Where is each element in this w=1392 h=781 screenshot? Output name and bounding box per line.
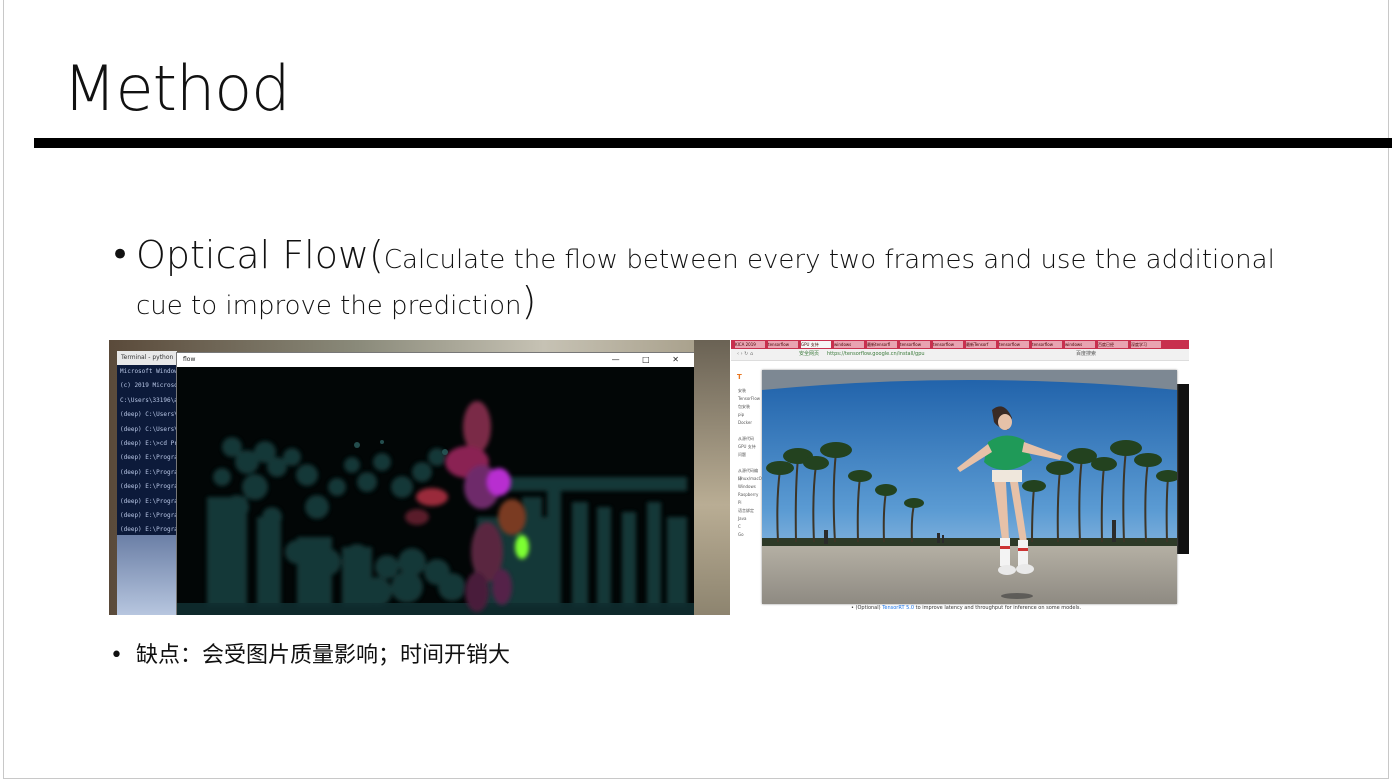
browser-tab[interactable]: windows — [834, 341, 864, 348]
sidebar-nav-item[interactable]: 问题 — [738, 451, 761, 459]
sidebar-nav-item[interactable] — [738, 427, 761, 435]
address-bar: https://tensorflow.google.cn/install/gpu — [827, 351, 925, 357]
optical-flow-screenshot: Terminal - python Microsoft Windows (c) 2… — [109, 340, 730, 615]
browser-tab[interactable]: tensorflow — [900, 341, 930, 348]
terminal-line: Microsoft Windows — [120, 368, 177, 375]
sidebar-nav-item[interactable]: Java — [738, 515, 761, 523]
flow-field-image — [177, 401, 695, 615]
title-underline — [34, 138, 1392, 148]
terminal-line: (deep) E:\>cd Pro — [120, 440, 177, 448]
flow-visualization — [177, 367, 695, 615]
secure-label: 安全网页 — [799, 351, 820, 357]
sidebar-nav-item[interactable]: 包安装 — [738, 403, 761, 411]
browser-tab[interactable]: KICA 2019 — [735, 341, 765, 348]
footer-prefix: • (Optional) — [851, 605, 881, 611]
window-controls: — □ ✕ — [611, 355, 689, 364]
terminal-line: (deep) E:\Program — [120, 468, 177, 476]
sidebar-nav-item[interactable]: 从源代码编译 — [738, 467, 761, 481]
docs-sidebar: 安装 TensorFlow 包安装 pip Docker 从源代码 GPU 支持 问题从源代… — [731, 361, 764, 615]
browser-tab-strip: KICA 2019 tensorflow GPU 支持 windows 最新tensor… — [731, 340, 1189, 349]
browser-tab[interactable]: tensorflow — [1032, 341, 1062, 348]
sidebar-nav-item[interactable]: GPU 支持 — [738, 443, 761, 451]
sidebar-nav-item[interactable] — [738, 459, 761, 467]
desktop-background-strip — [694, 340, 730, 615]
sidebar-nav-item[interactable]: 语言绑定 — [738, 507, 761, 515]
terminal-line: (c) 2019 Microsoft — [120, 382, 177, 390]
browser-tab[interactable]: 百度已经 — [1098, 341, 1128, 348]
bullet-drawbacks: • 缺点：会受图片质量影响；时间开销大 — [110, 637, 510, 669]
video-frame — [762, 370, 1177, 604]
browser-tab[interactable]: 深度学习 — [1131, 341, 1161, 348]
terminal-line: C:\Users\33196\aci — [120, 396, 177, 404]
flow-window: flow — □ ✕ — [176, 352, 696, 615]
sidebar-nav-item[interactable]: 从源代码 — [738, 435, 761, 443]
search-hint: 百度搜索 — [1076, 351, 1097, 357]
footer-text: to improve latency and throughput for in… — [915, 605, 1082, 611]
skateboard-scene-image — [762, 370, 1177, 604]
flow-titlebar: flow — □ ✕ — [177, 353, 695, 367]
browser-tab[interactable]: tensorflow — [933, 341, 963, 348]
sidebar-nav-item[interactable]: 安装 TensorFlow — [738, 387, 761, 401]
terminal-line: (deep) E:\Program — [120, 512, 177, 520]
sidebar-nav-item[interactable]: C — [738, 523, 761, 531]
sidebar-nav-item[interactable]: Docker — [738, 419, 761, 427]
sidebar-nav-item[interactable]: Linux/macOS — [738, 475, 764, 483]
bullet-marker-2: • — [110, 643, 123, 668]
desktop-sky — [117, 535, 177, 615]
bullet-optical-flow: • Optical Flow(Calculate the flow betwee… — [110, 236, 1290, 328]
dark-terminal-edge — [1176, 384, 1189, 554]
video-frame-screenshot: KICA 2019 tensorflow GPU 支持 windows 最新tensor… — [731, 340, 1189, 615]
terminal-window: Terminal - python Microsoft Windows (c) 2… — [117, 351, 177, 615]
flow-title: flow — [183, 356, 196, 363]
docs-footer-line: • (Optional) TensorRT 5.0 to improve lat… — [851, 605, 1081, 611]
terminal-line: (deep) E:\Program — [120, 454, 177, 462]
tensorrt-link[interactable]: TensorRT 5.0 — [882, 605, 914, 611]
browser-tab[interactable]: 最新tensorfl — [867, 341, 897, 348]
terminal-line: (deep) E:\Program — [120, 483, 177, 491]
sidebar-nav-item[interactable] — [738, 499, 761, 507]
terminal-line: (deep) C:\Users\ — [120, 411, 177, 419]
terminal-line: (deep) E:\Program — [120, 497, 177, 505]
browser-tab[interactable]: tensorflow — [999, 341, 1029, 348]
browser-tab[interactable]: windows — [1065, 341, 1095, 348]
nav-arrows-icon: ‹ › ↻ ⌂ — [737, 351, 754, 357]
sidebar-nav-item[interactable]: Windows — [738, 483, 761, 491]
drawbacks-text: 缺点：会受图片质量影响；时间开销大 — [136, 643, 511, 668]
browser-tab[interactable]: GPU 支持 — [801, 341, 831, 348]
browser-tab[interactable]: tensorflow — [768, 341, 798, 348]
sidebar-nav-item[interactable]: pip — [738, 411, 761, 419]
bullet-heading: Optical Flow( — [136, 233, 384, 277]
terminal-line: (deep) C:\Users\ — [120, 425, 177, 433]
terminal-output: Microsoft Windows (c) 2019 Microsoft C:\Us… — [117, 365, 177, 552]
sidebar-nav-item[interactable]: Raspberry Pi — [738, 491, 761, 505]
slide-title: Method — [63, 52, 291, 125]
browser-tab[interactable]: 最新Tensorf — [966, 341, 996, 348]
bullet-marker: • — [110, 235, 131, 275]
terminal-title: Terminal - python — [117, 351, 177, 365]
bullet-close-paren: ) — [521, 279, 537, 323]
sidebar-nav-item[interactable]: Go — [738, 531, 761, 539]
browser-toolbar: ‹ › ↻ ⌂ 安全网页 https://tensorflow.google.c… — [731, 349, 1189, 361]
